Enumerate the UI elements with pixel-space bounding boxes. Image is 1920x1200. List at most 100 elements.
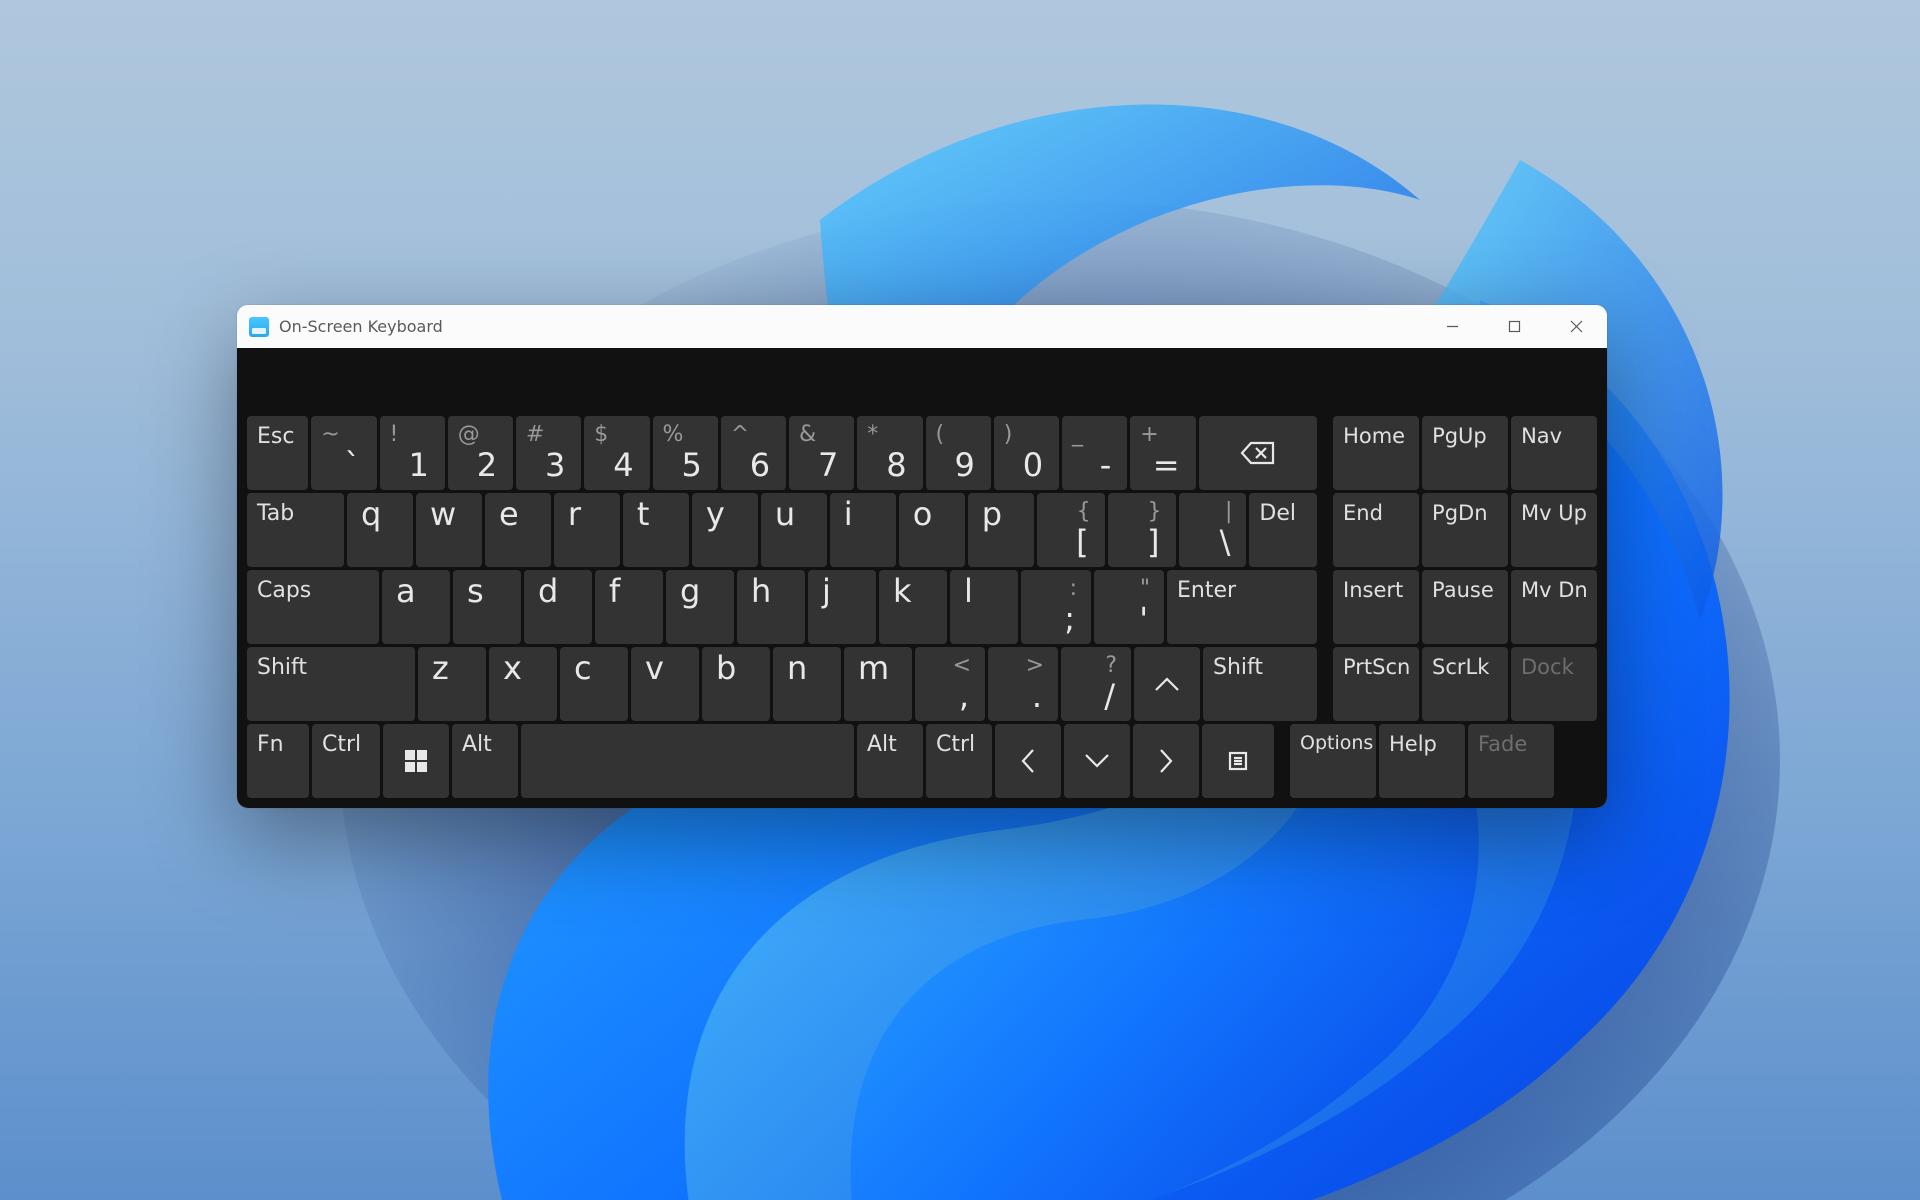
key-apostrophe[interactable]: "' [1094, 570, 1164, 644]
key-7[interactable]: &7 [789, 416, 854, 490]
key-minus[interactable]: _- [1062, 416, 1127, 490]
app-osk-icon [249, 317, 269, 337]
key-l[interactable]: l [950, 570, 1018, 644]
key-insert[interactable]: Insert [1333, 570, 1419, 644]
minimize-button[interactable] [1421, 305, 1483, 348]
chevron-left-icon [1018, 746, 1038, 776]
key-arrow-up[interactable] [1134, 647, 1200, 721]
key-a[interactable]: a [382, 570, 450, 644]
key-6[interactable]: ^6 [721, 416, 786, 490]
key-pgup[interactable]: PgUp [1422, 416, 1508, 490]
key-mvdn[interactable]: Mv Dn [1511, 570, 1597, 644]
key-i[interactable]: i [830, 493, 896, 567]
key-nav[interactable]: Nav [1511, 416, 1597, 490]
key-h[interactable]: h [737, 570, 805, 644]
key-arrow-down[interactable] [1064, 724, 1130, 798]
key-semicolon[interactable]: :; [1021, 570, 1091, 644]
menu-icon [1228, 751, 1248, 771]
chevron-right-icon [1156, 746, 1176, 776]
key-row-1: Esc ~` !1 @2 #3 $4 %5 ^6 &7 *8 (9 )0 _- … [247, 416, 1597, 490]
key-w[interactable]: w [416, 493, 482, 567]
key-2[interactable]: @2 [448, 416, 513, 490]
key-del[interactable]: Del [1249, 493, 1317, 567]
key-left-alt[interactable]: Alt [452, 724, 518, 798]
key-0[interactable]: )0 [994, 416, 1059, 490]
chevron-up-icon [1152, 674, 1182, 694]
key-left-bracket[interactable]: {[ [1037, 493, 1105, 567]
key-8[interactable]: *8 [857, 416, 922, 490]
key-fn[interactable]: Fn [247, 724, 309, 798]
key-e[interactable]: e [485, 493, 551, 567]
key-period[interactable]: >. [988, 647, 1058, 721]
close-button[interactable] [1545, 305, 1607, 348]
key-g[interactable]: g [666, 570, 734, 644]
key-dock[interactable]: Dock [1511, 647, 1597, 721]
key-5[interactable]: %5 [653, 416, 718, 490]
titlebar[interactable]: On-Screen Keyboard [237, 305, 1607, 348]
key-home[interactable]: Home [1333, 416, 1419, 490]
key-o[interactable]: o [899, 493, 965, 567]
key-y[interactable]: y [692, 493, 758, 567]
key-options[interactable]: Options [1290, 724, 1376, 798]
key-help[interactable]: Help [1379, 724, 1465, 798]
key-1[interactable]: !1 [380, 416, 445, 490]
desktop-wallpaper: On-Screen Keyboard Esc ~` !1 @2 #3 [0, 0, 1920, 1200]
key-right-shift[interactable]: Shift [1203, 647, 1317, 721]
key-enter[interactable]: Enter [1167, 570, 1317, 644]
key-slash[interactable]: ?/ [1061, 647, 1131, 721]
key-backslash[interactable]: |\ [1179, 493, 1247, 567]
key-pause[interactable]: Pause [1422, 570, 1508, 644]
chevron-down-icon [1082, 751, 1112, 771]
key-f[interactable]: f [595, 570, 663, 644]
key-j[interactable]: j [808, 570, 876, 644]
backspace-icon [1240, 440, 1276, 466]
key-row-3: Caps a s d f g h j k l :; "' Enter Inser… [247, 570, 1597, 644]
key-arrow-right[interactable] [1133, 724, 1199, 798]
key-right-bracket[interactable]: }] [1108, 493, 1176, 567]
key-arrow-left[interactable] [995, 724, 1061, 798]
key-t[interactable]: t [623, 493, 689, 567]
key-equals[interactable]: += [1130, 416, 1195, 490]
key-4[interactable]: $4 [584, 416, 649, 490]
key-c[interactable]: c [560, 647, 628, 721]
key-s[interactable]: s [453, 570, 521, 644]
key-scrlk[interactable]: ScrLk [1422, 647, 1508, 721]
key-left-ctrl[interactable]: Ctrl [312, 724, 380, 798]
key-right-alt[interactable]: Alt [857, 724, 923, 798]
key-left-shift[interactable]: Shift [247, 647, 415, 721]
key-esc[interactable]: Esc [247, 416, 308, 490]
maximize-button[interactable] [1483, 305, 1545, 348]
key-x[interactable]: x [489, 647, 557, 721]
key-windows[interactable] [383, 724, 449, 798]
key-d[interactable]: d [524, 570, 592, 644]
key-fade[interactable]: Fade [1468, 724, 1554, 798]
key-b[interactable]: b [702, 647, 770, 721]
key-caps[interactable]: Caps [247, 570, 379, 644]
key-n[interactable]: n [773, 647, 841, 721]
key-q[interactable]: q [347, 493, 413, 567]
key-m[interactable]: m [844, 647, 912, 721]
key-space[interactable] [521, 724, 854, 798]
key-u[interactable]: u [761, 493, 827, 567]
key-z[interactable]: z [418, 647, 486, 721]
key-comma[interactable]: <, [915, 647, 985, 721]
key-p[interactable]: p [968, 493, 1034, 567]
key-pgdn[interactable]: PgDn [1422, 493, 1508, 567]
key-tab[interactable]: Tab [247, 493, 344, 567]
key-right-ctrl[interactable]: Ctrl [926, 724, 992, 798]
key-r[interactable]: r [554, 493, 620, 567]
key-3[interactable]: #3 [516, 416, 581, 490]
key-v[interactable]: v [631, 647, 699, 721]
key-prtscn[interactable]: PrtScn [1333, 647, 1419, 721]
key-end[interactable]: End [1333, 493, 1419, 567]
key-9[interactable]: (9 [926, 416, 991, 490]
key-mvup[interactable]: Mv Up [1511, 493, 1597, 567]
osk-window: On-Screen Keyboard Esc ~` !1 @2 #3 [237, 305, 1607, 808]
key-row-2: Tab q w e r t y u i o p {[ }] |\ Del [247, 493, 1597, 567]
key-row-5: Fn Ctrl Alt Alt Ctrl [247, 724, 1597, 798]
key-backspace[interactable] [1199, 416, 1318, 490]
keyboard-body: Esc ~` !1 @2 #3 $4 %5 ^6 &7 *8 (9 )0 _- … [237, 348, 1607, 808]
key-menu[interactable] [1202, 724, 1274, 798]
key-k[interactable]: k [879, 570, 947, 644]
key-grave[interactable]: ~` [311, 416, 376, 490]
